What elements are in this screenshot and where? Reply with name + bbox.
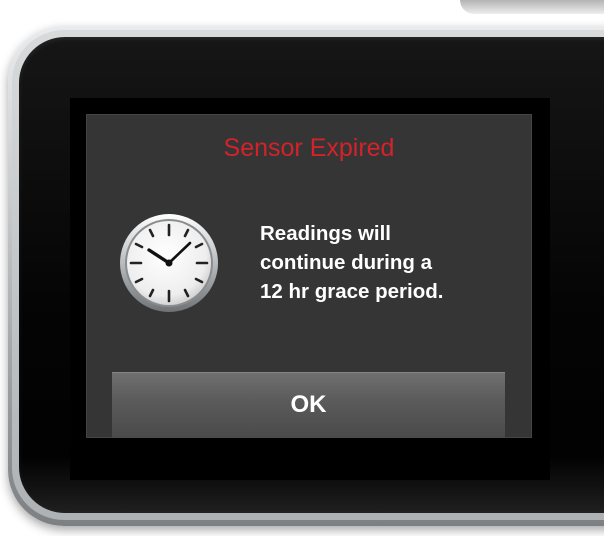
message-line: Readings will xyxy=(260,222,391,245)
ok-button[interactable]: OK xyxy=(112,372,505,438)
device-edge-shadow xyxy=(460,0,604,14)
dialog-message: Readings will continue during a 12 hr gr… xyxy=(260,219,500,306)
device-illustration: Sensor Expired Readings will continue du… xyxy=(0,0,604,536)
clock-icon xyxy=(120,214,218,312)
message-line: 12 hr grace period. xyxy=(260,280,444,303)
dialog-title: Sensor Expired xyxy=(223,134,395,162)
message-line: continue during a xyxy=(260,251,432,274)
